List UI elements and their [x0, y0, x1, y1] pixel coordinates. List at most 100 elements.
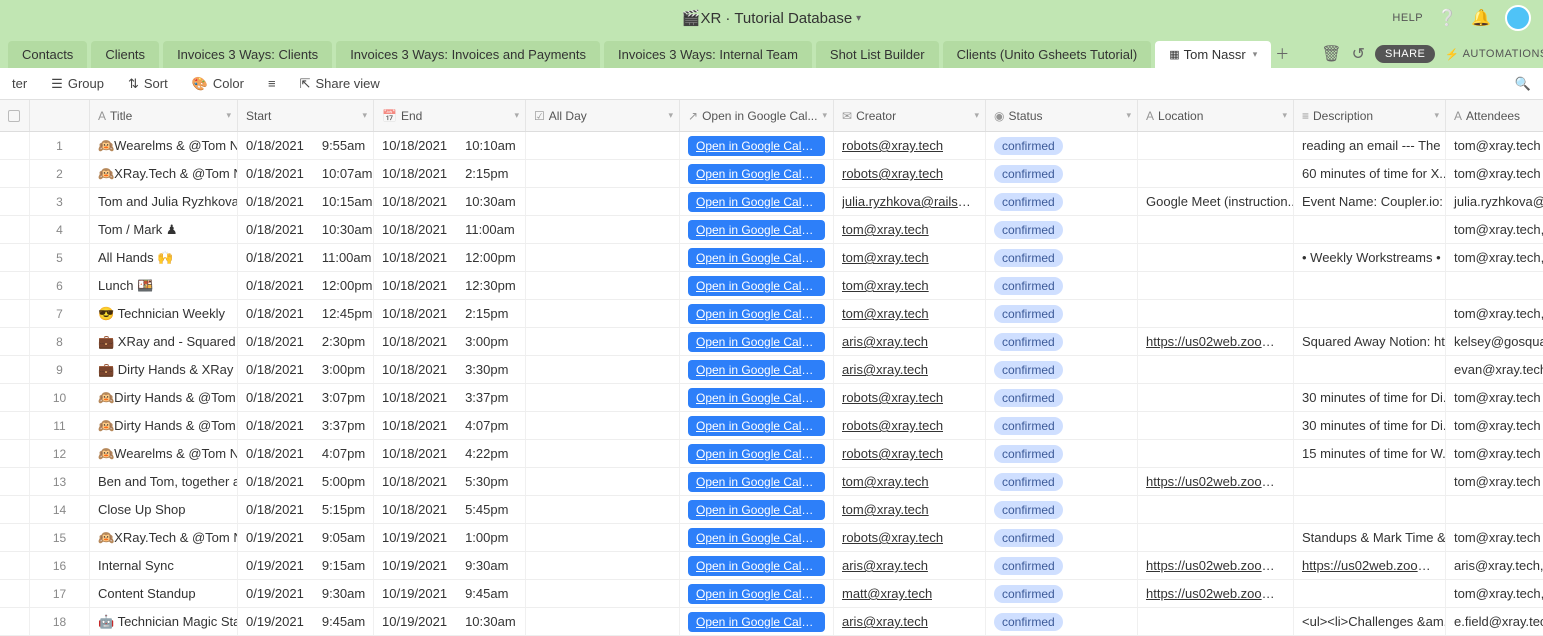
tab-invoices-3-ways-invoices-and-payments[interactable]: Invoices 3 Ways: Invoices and Payments — [336, 41, 600, 68]
open-calendar-button[interactable]: Open in Google Cale... — [688, 304, 825, 324]
cell-description[interactable]: https://us02web.zoom.u... — [1294, 552, 1446, 579]
cell-open[interactable]: Open in Google Cale... — [680, 132, 834, 159]
cell-title[interactable]: Tom / Mark ♟ — [90, 216, 238, 243]
cell-start[interactable]: 0/18/202110:30am — [238, 216, 374, 243]
cell-allday[interactable] — [526, 356, 680, 383]
cell-location[interactable] — [1138, 412, 1294, 439]
cell-creator[interactable]: tom@xray.tech — [834, 468, 986, 495]
cell-status[interactable]: confirmed — [986, 608, 1138, 635]
open-calendar-button[interactable]: Open in Google Cale... — [688, 164, 825, 184]
sort-button[interactable]: ⇅Sort — [128, 76, 168, 92]
cell-status[interactable]: confirmed — [986, 496, 1138, 523]
cell-end[interactable]: 10/18/20213:37pm — [374, 384, 526, 411]
cell-creator[interactable]: tom@xray.tech — [834, 272, 986, 299]
help-link[interactable]: HELP — [1392, 12, 1423, 24]
cell-start[interactable]: 0/18/202110:15am — [238, 188, 374, 215]
cell-description[interactable] — [1294, 272, 1446, 299]
open-calendar-button[interactable]: Open in Google Cale... — [688, 584, 825, 604]
cell-attendees[interactable]: tom@xray.tech — [1446, 384, 1543, 411]
cell-location[interactable] — [1138, 244, 1294, 271]
table-row[interactable]: 6Lunch 🍱0/18/202112:00pm10/18/202112:30p… — [0, 272, 1543, 300]
tab-clients-unito-gsheets-tutorial-[interactable]: Clients (Unito Gsheets Tutorial) — [943, 41, 1152, 68]
cell-status[interactable]: confirmed — [986, 552, 1138, 579]
help-icon[interactable]: ❔ — [1437, 8, 1457, 28]
open-calendar-button[interactable]: Open in Google Cale... — [688, 220, 825, 240]
table-row[interactable]: 8💼 XRay and - Squared ...0/18/20212:30pm… — [0, 328, 1543, 356]
cell-end[interactable]: 10/18/20213:00pm — [374, 328, 526, 355]
cell-attendees[interactable]: tom@xray.tech, te — [1446, 300, 1543, 327]
cell-allday[interactable] — [526, 328, 680, 355]
cell-status[interactable]: confirmed — [986, 132, 1138, 159]
table-row[interactable]: 9💼 Dirty Hands & XRay0/18/20213:00pm10/1… — [0, 356, 1543, 384]
cell-open[interactable]: Open in Google Cale... — [680, 496, 834, 523]
cell-title[interactable]: 💼 Dirty Hands & XRay — [90, 356, 238, 383]
cell-location[interactable] — [1138, 356, 1294, 383]
col-description[interactable]: ≡Description▾ — [1294, 100, 1446, 131]
open-calendar-button[interactable]: Open in Google Cale... — [688, 416, 825, 436]
col-allday[interactable]: ☑All Day▾ — [526, 100, 680, 131]
cell-attendees[interactable]: tom@xray.tech — [1446, 160, 1543, 187]
row-select[interactable] — [0, 328, 30, 355]
cell-open[interactable]: Open in Google Cale... — [680, 328, 834, 355]
cell-location[interactable] — [1138, 272, 1294, 299]
cell-allday[interactable] — [526, 272, 680, 299]
cell-description[interactable]: Event Name: Coupler.io: ... — [1294, 188, 1446, 215]
cell-title[interactable]: Content Standup — [90, 580, 238, 607]
cell-creator[interactable]: tom@xray.tech — [834, 496, 986, 523]
cell-description[interactable] — [1294, 580, 1446, 607]
col-location[interactable]: ALocation▾ — [1138, 100, 1294, 131]
cell-title[interactable]: 🤖 Technician Magic Sta... — [90, 608, 238, 635]
cell-description[interactable] — [1294, 356, 1446, 383]
cell-attendees[interactable] — [1446, 496, 1543, 523]
row-select[interactable] — [0, 300, 30, 327]
cell-attendees[interactable]: tom@xray.tech, m — [1446, 216, 1543, 243]
cell-end[interactable]: 10/18/202111:00am — [374, 216, 526, 243]
cell-title[interactable]: 🙉Wearelms & @Tom Na... — [90, 132, 238, 159]
row-select[interactable] — [0, 216, 30, 243]
cell-end[interactable]: 10/19/20219:45am — [374, 580, 526, 607]
cell-start[interactable]: 0/18/202112:45pm — [238, 300, 374, 327]
cell-description[interactable] — [1294, 468, 1446, 495]
row-select[interactable] — [0, 440, 30, 467]
cell-attendees[interactable]: tom@xray.tech — [1446, 468, 1543, 495]
row-select[interactable] — [0, 580, 30, 607]
row-select[interactable] — [0, 160, 30, 187]
cell-open[interactable]: Open in Google Cale... — [680, 188, 834, 215]
cell-status[interactable]: confirmed — [986, 244, 1138, 271]
table-row[interactable]: 13Ben and Tom, together a...0/18/20215:0… — [0, 468, 1543, 496]
cell-attendees[interactable]: tom@xray.tech — [1446, 412, 1543, 439]
tab-shot-list-builder[interactable]: Shot List Builder — [816, 41, 939, 68]
col-end[interactable]: 📅End▾ — [374, 100, 526, 131]
cell-end[interactable]: 10/18/20212:15pm — [374, 300, 526, 327]
cell-title[interactable]: 🙉Dirty Hands & @Tom ... — [90, 384, 238, 411]
cell-open[interactable]: Open in Google Cale... — [680, 580, 834, 607]
cell-end[interactable]: 10/19/20219:30am — [374, 552, 526, 579]
cell-description[interactable]: Squared Away Notion: ht... — [1294, 328, 1446, 355]
cell-status[interactable]: confirmed — [986, 580, 1138, 607]
row-select[interactable] — [0, 468, 30, 495]
cell-creator[interactable]: tom@xray.tech — [834, 216, 986, 243]
cell-location[interactable] — [1138, 440, 1294, 467]
cell-title[interactable]: 😎 Technician Weekly — [90, 300, 238, 327]
cell-allday[interactable] — [526, 384, 680, 411]
tab-invoices-3-ways-clients[interactable]: Invoices 3 Ways: Clients — [163, 41, 332, 68]
cell-location[interactable]: https://us02web.zoom.u... — [1138, 552, 1294, 579]
cell-creator[interactable]: robots@xray.tech — [834, 412, 986, 439]
open-calendar-button[interactable]: Open in Google Cale... — [688, 192, 825, 212]
open-calendar-button[interactable]: Open in Google Cale... — [688, 500, 825, 520]
cell-location[interactable]: https://us02web.zoom.u... — [1138, 328, 1294, 355]
cell-location[interactable] — [1138, 608, 1294, 635]
open-calendar-button[interactable]: Open in Google Cale... — [688, 612, 825, 632]
row-height-button[interactable]: ≡ — [268, 76, 276, 91]
open-calendar-button[interactable]: Open in Google Cale... — [688, 388, 825, 408]
row-select[interactable] — [0, 244, 30, 271]
cell-end[interactable]: 10/18/20215:45pm — [374, 496, 526, 523]
cell-start[interactable]: 0/18/202111:00am — [238, 244, 374, 271]
cell-end[interactable]: 10/19/20211:00pm — [374, 524, 526, 551]
cell-title[interactable]: 🙉XRay.Tech & @Tom N... — [90, 160, 238, 187]
cell-attendees[interactable]: evan@xray.tech, t — [1446, 356, 1543, 383]
cell-attendees[interactable]: tom@xray.tech — [1446, 524, 1543, 551]
open-calendar-button[interactable]: Open in Google Cale... — [688, 556, 825, 576]
cell-status[interactable]: confirmed — [986, 328, 1138, 355]
row-select[interactable] — [0, 412, 30, 439]
